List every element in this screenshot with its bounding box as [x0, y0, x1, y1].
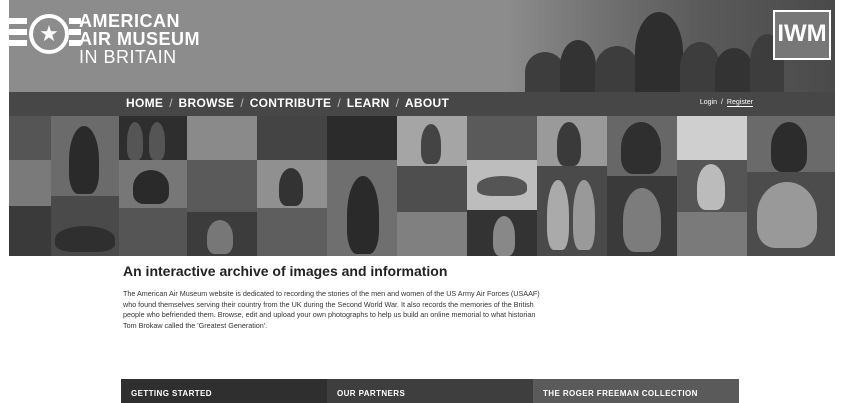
nav-separator: / [240, 96, 244, 110]
iwm-logo[interactable]: IWM [773, 10, 831, 60]
tab-roger-freeman-collection[interactable]: THE ROGER FREEMAN COLLECTION [533, 379, 739, 403]
photo-collage [9, 116, 835, 256]
page: ★ AMERICAN AIR MUSEUM IN BRITAIN IWM HOM… [9, 0, 835, 403]
main-nav: HOME / BROWSE / CONTRIBUTE / LEARN / ABO… [9, 92, 835, 116]
collage-photo[interactable] [537, 166, 607, 256]
logo-line-3: IN BRITAIN [79, 47, 177, 67]
collage-photo[interactable] [537, 116, 607, 166]
collage-photo[interactable] [51, 116, 119, 196]
collage-photo[interactable] [467, 116, 537, 160]
collage-photo[interactable] [187, 212, 257, 256]
logo-line-1: AMERICAN [79, 11, 180, 31]
collage-photo[interactable] [257, 116, 327, 160]
collage-photo[interactable] [187, 116, 257, 160]
nav-learn[interactable]: LEARN [347, 96, 390, 110]
collage-photo[interactable] [9, 116, 51, 160]
collage-photo[interactable] [607, 116, 677, 176]
login-link[interactable]: Login [700, 99, 717, 107]
collage-photo[interactable] [187, 160, 257, 212]
collage-photo[interactable] [747, 116, 835, 172]
nav-browse[interactable]: BROWSE [179, 96, 235, 110]
collage-photo[interactable] [119, 116, 187, 160]
collage-photo[interactable] [119, 208, 187, 256]
register-link[interactable]: Register [726, 99, 753, 107]
collage-photo[interactable] [677, 212, 747, 256]
intro-heading: An interactive archive of images and inf… [123, 263, 448, 279]
collage-photo[interactable] [397, 116, 467, 166]
tab-our-partners[interactable]: OUR PARTNERS [327, 379, 533, 403]
feature-tabs: GETTING STARTED OUR PARTNERS THE ROGER F… [121, 379, 739, 403]
collage-photo[interactable] [397, 166, 467, 212]
nav-about[interactable]: ABOUT [405, 96, 449, 110]
account-links: Login / Register [700, 99, 753, 107]
nav-separator: / [337, 96, 341, 110]
star-roundel-icon: ★ [29, 14, 69, 54]
tab-getting-started[interactable]: GETTING STARTED [121, 379, 327, 403]
collage-photo[interactable] [51, 196, 119, 256]
collage-photo[interactable] [327, 160, 397, 256]
logo-line-2: AIR MUSEUM [79, 29, 200, 49]
collage-photo[interactable] [467, 160, 537, 210]
collage-photo[interactable] [607, 176, 677, 256]
site-logo[interactable]: ★ AMERICAN AIR MUSEUM IN BRITAIN [9, 10, 229, 70]
collage-photo[interactable] [257, 208, 327, 256]
collage-photo[interactable] [257, 160, 327, 208]
intro-section: An interactive archive of images and inf… [123, 263, 543, 331]
collage-photo[interactable] [467, 210, 537, 256]
collage-photo[interactable] [747, 172, 835, 256]
nav-home[interactable]: HOME [126, 96, 163, 110]
intro-body: The American Air Museum website is dedic… [123, 289, 540, 330]
nav-contribute[interactable]: CONTRIBUTE [250, 96, 332, 110]
collage-photo[interactable] [119, 160, 187, 208]
collage-photo[interactable] [327, 116, 397, 160]
collage-photo[interactable] [677, 160, 747, 212]
nav-separator: / [169, 96, 173, 110]
site-header: ★ AMERICAN AIR MUSEUM IN BRITAIN IWM [9, 0, 835, 92]
collage-photo[interactable] [397, 212, 467, 256]
account-separator: / [720, 99, 723, 106]
collage-photo[interactable] [9, 206, 51, 256]
collage-photo[interactable] [677, 116, 747, 160]
nav-separator: / [395, 96, 399, 110]
collage-photo[interactable] [9, 160, 51, 206]
